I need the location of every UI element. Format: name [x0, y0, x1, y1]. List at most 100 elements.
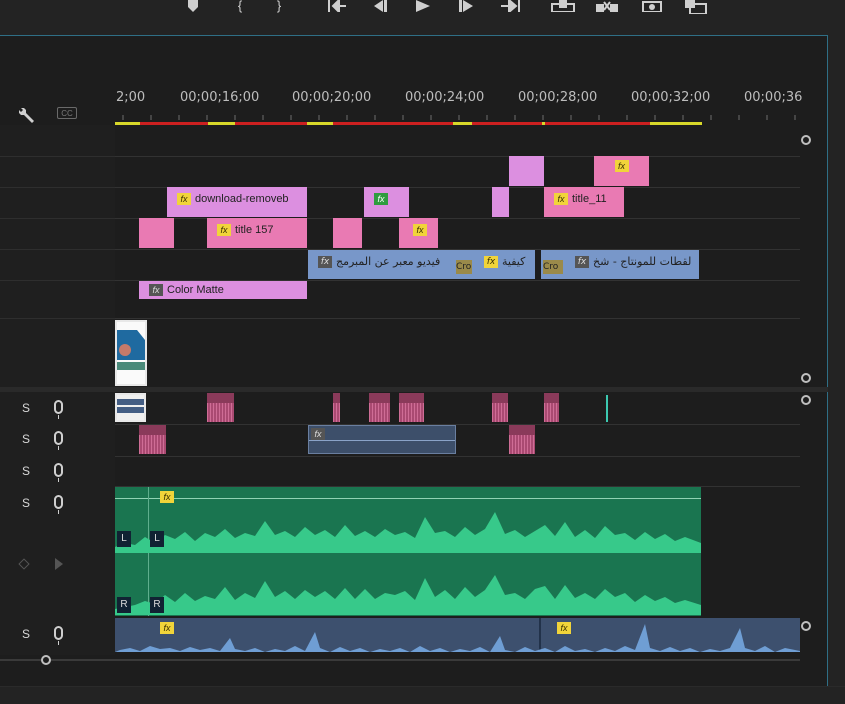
track-label-v4 [0, 187, 115, 219]
audio-clip[interactable]: fx [308, 425, 456, 454]
solo-button[interactable]: S [22, 464, 30, 478]
audio-clip[interactable] [492, 393, 508, 422]
expand-arrow-icon[interactable] [55, 558, 63, 570]
clip-label: لقطات للمونتاج - شخ [593, 255, 692, 268]
multi-camera-icon[interactable] [684, 0, 708, 14]
export-frame-icon[interactable] [642, 0, 662, 12]
marker-icon[interactable] [186, 0, 200, 12]
audio-clip[interactable] [207, 393, 234, 422]
transport-toolbar: { } [0, 0, 845, 20]
track-label-v5 [0, 156, 115, 188]
track-label-v1 [0, 280, 115, 319]
video-clip[interactable] [139, 218, 174, 248]
audio-clip[interactable] [399, 393, 424, 422]
audio-scroll-top-handle[interactable] [801, 395, 811, 405]
video-track-v5[interactable] [115, 156, 800, 188]
video-scroll-top-handle[interactable] [801, 135, 811, 145]
video-clip-arabic-2[interactable]: fx كيفية Cro [456, 250, 535, 279]
ruler-label: 00;00;16;00 [180, 90, 260, 105]
captions-icon[interactable]: CC [57, 107, 77, 119]
fx-badge: fx [311, 428, 325, 440]
audio-clip[interactable] [115, 393, 146, 422]
microphone-icon[interactable] [54, 400, 63, 419]
crop-badge: Cro [543, 260, 563, 274]
ruler-label: 00;00;32;00 [631, 90, 711, 105]
fx-badge: fx [575, 256, 589, 268]
video-clip[interactable] [509, 156, 544, 186]
waveform-left [115, 512, 701, 553]
fx-badge: fx [413, 224, 427, 237]
microphone-icon[interactable] [54, 495, 63, 514]
fx-badge: fx [484, 256, 498, 268]
solo-button[interactable]: S [22, 432, 30, 446]
channel-right-label: R [117, 597, 131, 613]
bottom-strip [0, 686, 845, 704]
audio-clip[interactable] [333, 393, 340, 422]
ruler-label: 00;00;36 [744, 90, 803, 105]
solo-button[interactable]: S [22, 627, 30, 641]
solo-button[interactable]: S [22, 496, 30, 510]
microphone-icon[interactable] [54, 431, 63, 450]
audio-clip-music[interactable]: fx fx [115, 618, 800, 652]
video-track-v6[interactable] [115, 125, 800, 157]
waveform-music [115, 624, 800, 652]
clip-label: فيديو معبر عن المبرمج [336, 255, 441, 268]
video-thumbnail-clip[interactable] [115, 320, 147, 386]
ruler-label: 2;00 [116, 90, 146, 105]
audio-scroll-bottom-handle[interactable] [801, 621, 811, 631]
audio-clip[interactable] [369, 393, 390, 422]
clip-label: title 157 [235, 224, 274, 236]
wrench-icon[interactable] [17, 104, 37, 124]
fx-badge: fx [614, 160, 629, 173]
audio-track-a2[interactable] [115, 424, 800, 457]
lift-icon[interactable] [551, 0, 575, 12]
fx-badge: fx [149, 284, 163, 297]
microphone-icon[interactable] [54, 626, 63, 645]
ruler-ticks[interactable] [115, 106, 800, 120]
video-clip-color-matte[interactable]: fx Color Matte [139, 281, 307, 299]
channel-left-label: L [117, 531, 131, 547]
fx-badge: fx [177, 193, 191, 206]
fx-badge: fx [318, 256, 332, 268]
crop-badge: Cro [456, 260, 472, 274]
horizontal-scroll-handle[interactable] [41, 655, 51, 665]
audio-track-a3[interactable] [115, 456, 800, 487]
video-clip-arabic-1[interactable]: fx فيديو معبر عن المبرمج [308, 250, 456, 279]
video-clip-title-157[interactable]: fx title 157 [207, 218, 307, 248]
channel-left-label: L [150, 531, 164, 547]
video-clip[interactable]: fx [399, 218, 438, 248]
step-back-icon[interactable] [370, 0, 388, 12]
mark-in-icon[interactable]: { [229, 0, 251, 14]
waveform-right [115, 575, 701, 615]
clip-label: title_11 [572, 193, 607, 205]
fx-badge: fx [217, 224, 231, 237]
ruler-label: 00;00;28;00 [518, 90, 598, 105]
clip-label: download-removeb [195, 193, 289, 205]
video-clip[interactable]: fx [594, 156, 649, 186]
video-scroll-bottom-handle[interactable] [801, 373, 811, 383]
video-clip[interactable] [333, 218, 362, 248]
mark-out-icon[interactable]: } [268, 0, 290, 14]
audio-clip[interactable] [509, 425, 535, 454]
audio-clip[interactable] [544, 393, 559, 422]
track-label-v2 [0, 249, 115, 281]
solo-button[interactable]: S [22, 401, 30, 415]
audio-clip-stereo[interactable]: fx L L R R [115, 487, 701, 616]
video-clip-title-11[interactable]: fx title_11 [544, 187, 624, 217]
ruler-label: 00;00;24;00 [405, 90, 485, 105]
video-clip[interactable]: fx [364, 187, 409, 217]
video-clip-arabic-3[interactable]: fx لقطات للمونتاج - شخ Cro [541, 250, 699, 279]
video-clip[interactable] [492, 187, 509, 217]
extract-icon[interactable] [595, 0, 619, 12]
ruler-label: 00;00;20;00 [292, 90, 372, 105]
track-label-v3 [0, 218, 115, 250]
video-clip-download-removeb[interactable]: fx download-removeb [167, 187, 307, 217]
step-forward-icon[interactable] [458, 0, 476, 12]
go-to-out-icon[interactable] [500, 0, 522, 12]
clip-label: كيفية [502, 255, 526, 268]
horizontal-scrollbar[interactable] [0, 654, 800, 666]
go-to-in-icon[interactable] [327, 0, 347, 12]
microphone-icon[interactable] [54, 463, 63, 482]
play-icon[interactable] [414, 0, 432, 12]
audio-clip[interactable] [139, 425, 166, 454]
